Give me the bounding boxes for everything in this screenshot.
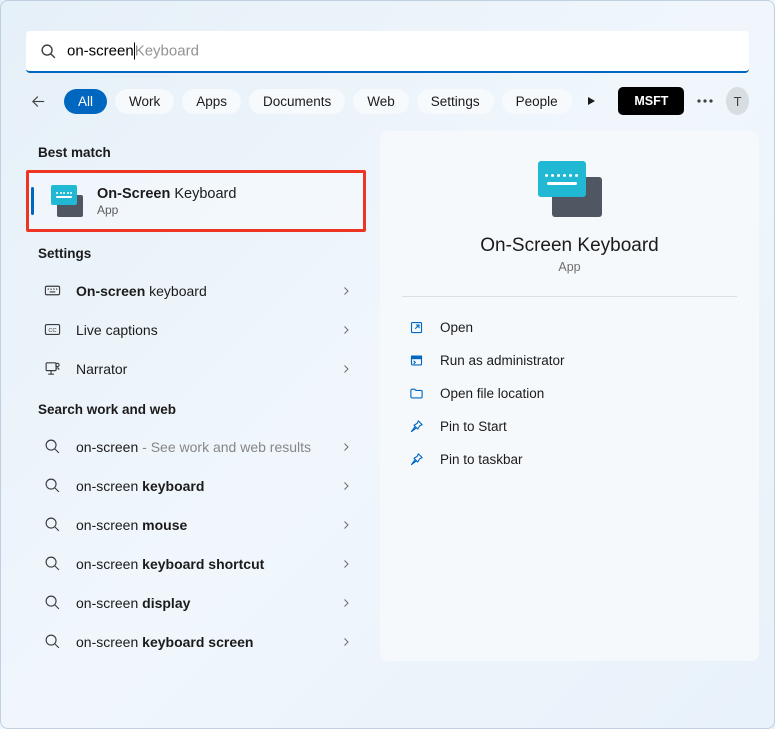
pin-icon <box>408 419 424 434</box>
ellipsis-icon <box>697 99 713 103</box>
avatar[interactable]: T <box>726 87 749 115</box>
search-icon <box>42 594 62 611</box>
chevron-right-icon <box>340 636 352 648</box>
web-result-item[interactable]: on-screen - See work and web results <box>26 427 366 466</box>
action-open-file-location[interactable]: Open file location <box>402 377 737 410</box>
chevron-right-icon <box>340 285 352 297</box>
chevron-right-icon <box>340 519 352 531</box>
action-pin-to-start[interactable]: Pin to Start <box>402 410 737 443</box>
narrator-icon <box>42 360 62 377</box>
action-run-as-administrator[interactable]: Run as administrator <box>402 344 737 377</box>
web-result-item[interactable]: on-screen keyboard screen <box>26 622 366 661</box>
web-result-item[interactable]: on-screen keyboard shortcut <box>26 544 366 583</box>
result-label: Narrator <box>76 361 326 377</box>
keyboard-icon <box>42 282 62 299</box>
filter-pill-people[interactable]: People <box>502 89 572 114</box>
settings-result-item[interactable]: CC Live captions <box>26 310 366 349</box>
svg-text:CC: CC <box>48 328 56 334</box>
section-header-best-match: Best match <box>26 131 366 170</box>
search-bar[interactable]: on-screenKeyboard <box>26 31 749 73</box>
section-header-web: Search work and web <box>26 388 366 427</box>
search-icon <box>42 438 62 455</box>
more-options-button[interactable] <box>692 85 718 117</box>
search-icon <box>40 43 57 60</box>
action-label: Pin to Start <box>440 419 507 434</box>
result-label: on-screen keyboard shortcut <box>76 556 326 572</box>
open-icon <box>408 320 424 335</box>
action-label: Pin to taskbar <box>440 452 523 467</box>
result-label: on-screen keyboard screen <box>76 634 326 650</box>
filter-pill-documents[interactable]: Documents <box>249 89 345 114</box>
chevron-right-icon <box>340 324 352 336</box>
preview-subtitle: App <box>402 260 737 274</box>
admin-icon <box>408 353 424 368</box>
preview-title: On-Screen Keyboard <box>402 235 737 257</box>
result-label: on-screen mouse <box>76 517 326 533</box>
account-button[interactable]: MSFT <box>618 87 684 115</box>
filter-pill-work[interactable]: Work <box>115 89 174 114</box>
chevron-right-icon <box>340 597 352 609</box>
result-label: on-screen display <box>76 595 326 611</box>
result-label: on-screen keyboard <box>76 478 326 494</box>
result-label: Live captions <box>76 322 326 338</box>
chevron-right-icon <box>340 480 352 492</box>
results-column: Best match On-Screen Keyboard App Settin… <box>26 131 366 661</box>
best-match-subtitle: App <box>97 203 236 217</box>
best-match-title: On-Screen Keyboard <box>97 186 236 202</box>
chevron-right-icon <box>340 441 352 453</box>
more-filters-button[interactable] <box>580 87 603 115</box>
cc-icon: CC <box>42 321 62 338</box>
filter-pill-all[interactable]: All <box>64 89 107 114</box>
web-result-item[interactable]: on-screen mouse <box>26 505 366 544</box>
search-icon <box>42 633 62 650</box>
triangle-right-icon <box>585 95 597 107</box>
filter-pill-settings[interactable]: Settings <box>417 89 494 114</box>
on-screen-keyboard-icon <box>51 185 83 217</box>
filter-row: All Work Apps Documents Web Settings People MS… <box>1 85 774 117</box>
action-label: Open <box>440 320 473 335</box>
chevron-right-icon <box>340 363 352 375</box>
filter-pill-web[interactable]: Web <box>353 89 409 114</box>
section-header-settings: Settings <box>26 232 366 271</box>
folder-icon <box>408 386 424 401</box>
search-icon <box>42 516 62 533</box>
arrow-left-icon <box>30 93 47 110</box>
settings-result-item[interactable]: Narrator <box>26 349 366 388</box>
divider <box>402 296 737 297</box>
chevron-right-icon <box>340 558 352 570</box>
best-match-result[interactable]: On-Screen Keyboard App <box>26 170 366 232</box>
action-label: Run as administrator <box>440 353 565 368</box>
action-pin-to-taskbar[interactable]: Pin to taskbar <box>402 443 737 476</box>
filter-pill-apps[interactable]: Apps <box>182 89 241 114</box>
back-button[interactable] <box>26 85 52 117</box>
preview-app-icon <box>538 161 602 217</box>
search-icon <box>42 477 62 494</box>
web-result-item[interactable]: on-screen keyboard <box>26 466 366 505</box>
search-icon <box>42 555 62 572</box>
search-input[interactable] <box>67 42 266 59</box>
web-result-item[interactable]: on-screen display <box>26 583 366 622</box>
result-label: On-screen keyboard <box>76 283 326 299</box>
result-label: on-screen - See work and web results <box>76 439 326 455</box>
action-label: Open file location <box>440 386 544 401</box>
settings-result-item[interactable]: On-screen keyboard <box>26 271 366 310</box>
preview-pane: On-Screen Keyboard App Open Run as admini… <box>380 131 759 661</box>
action-open[interactable]: Open <box>402 311 737 344</box>
pin-icon <box>408 452 424 467</box>
